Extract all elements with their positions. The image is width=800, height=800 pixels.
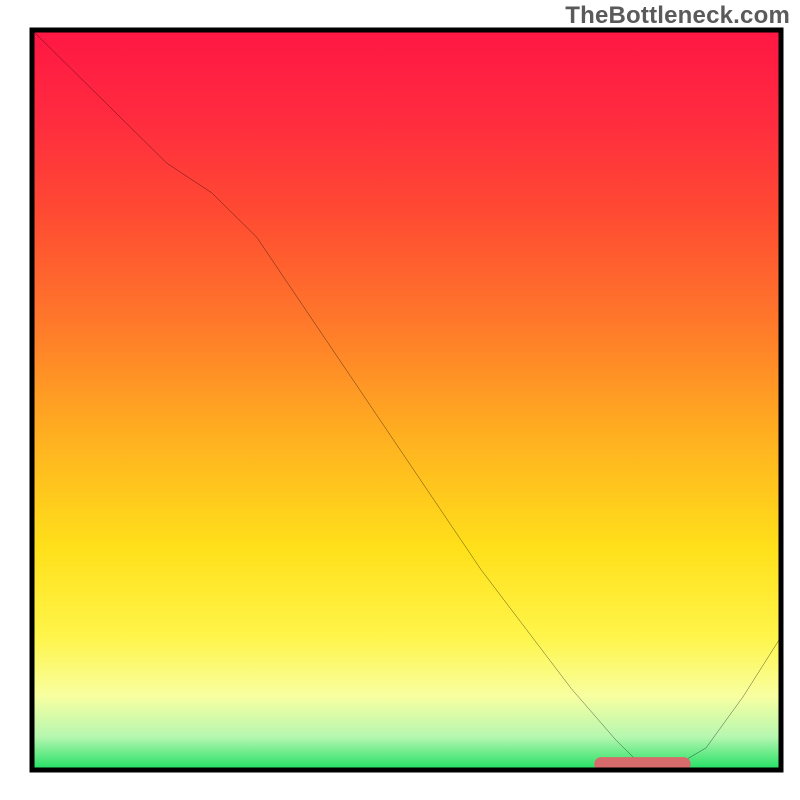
chart-stage: TheBottleneck.com [0, 0, 800, 800]
bottleneck-chart [0, 0, 800, 800]
plot-area [32, 30, 781, 770]
watermark-label: TheBottleneck.com [565, 2, 790, 30]
